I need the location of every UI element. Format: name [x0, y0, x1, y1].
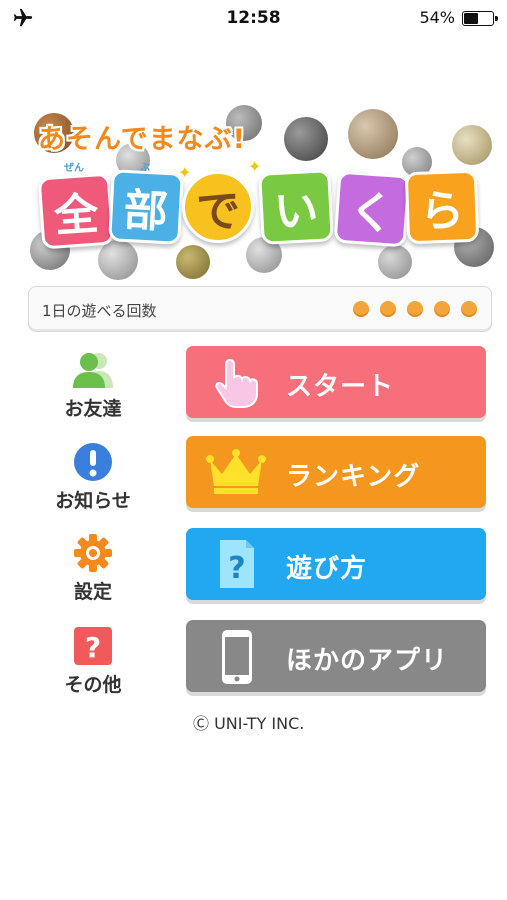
- play-count-dot: [434, 301, 450, 317]
- sparkle-icon: ✦: [248, 157, 262, 176]
- side-menu-label: お知らせ: [55, 490, 131, 512]
- info-icon: [71, 442, 115, 482]
- pointing-hand-icon: [206, 356, 266, 408]
- ranking-button-label: ランキング: [286, 462, 421, 492]
- logo-tile: い: [258, 169, 334, 245]
- side-menu-label: 設定: [73, 581, 112, 603]
- coin-decoration: [452, 125, 492, 165]
- coin-decoration: [284, 117, 328, 161]
- side-menu-settings[interactable]: 設定: [40, 533, 146, 604]
- other-apps-button[interactable]: ほかのアプリ: [186, 620, 486, 692]
- start-button[interactable]: スタート: [186, 346, 486, 418]
- gear-icon: [71, 533, 115, 573]
- ruby-text: ぜん: [64, 163, 84, 174]
- play-count-dot: [353, 301, 369, 317]
- coin-decoration: [98, 240, 138, 280]
- side-menu-other[interactable]: ? その他: [40, 626, 146, 697]
- play-count-dot: [461, 301, 477, 317]
- start-button-label: スタート: [286, 372, 395, 402]
- play-counter-dots: [353, 301, 477, 317]
- friends-icon: [71, 350, 115, 390]
- logo-tile: で: [182, 171, 254, 243]
- side-menu-news[interactable]: お知らせ: [40, 442, 146, 513]
- crown-icon: [206, 446, 266, 498]
- svg-text:?: ?: [85, 631, 101, 664]
- sparkle-icon: ✦: [178, 163, 192, 182]
- logo-tile: ら: [404, 169, 480, 245]
- how-to-play-button[interactable]: ? 遊び方: [186, 528, 486, 600]
- coin-decoration: [176, 245, 210, 279]
- svg-text:?: ?: [228, 551, 245, 586]
- side-menu-label: その他: [64, 674, 122, 696]
- play-counter-label: 1日の遊べる回数: [42, 302, 157, 320]
- battery-level: [464, 13, 479, 24]
- coin-decoration: [348, 109, 398, 159]
- play-count-dot: [380, 301, 396, 317]
- logo-subtitle: あそんでまなぶ!: [38, 124, 246, 155]
- side-menu-friends[interactable]: お友達: [40, 350, 146, 421]
- play-counter: 1日の遊べる回数: [28, 286, 492, 332]
- how-to-play-button-label: 遊び方: [286, 554, 368, 584]
- question-card-icon: ?: [206, 538, 266, 590]
- help-icon: ?: [71, 626, 115, 666]
- logo-tile: く: [333, 170, 411, 248]
- side-menu-label: お友達: [64, 398, 122, 420]
- ranking-button[interactable]: ランキング: [186, 436, 486, 508]
- battery-icon: [462, 11, 498, 26]
- status-bar: 12:58 54%: [0, 0, 507, 36]
- coin-decoration: [378, 245, 412, 279]
- logo-tile: 部: [108, 169, 184, 245]
- app-logo: あそんでまなぶ! ぜん ぶ 全 部 で い く ら ✦ ✦: [26, 105, 496, 290]
- smartphone-icon: [206, 630, 266, 684]
- other-apps-button-label: ほかのアプリ: [286, 646, 449, 676]
- play-count-dot: [407, 301, 423, 317]
- battery-percentage: 54%: [419, 8, 455, 27]
- copyright-text: Ⓒ UNI-TY INC.: [193, 714, 305, 733]
- logo-tile: 全: [37, 172, 115, 250]
